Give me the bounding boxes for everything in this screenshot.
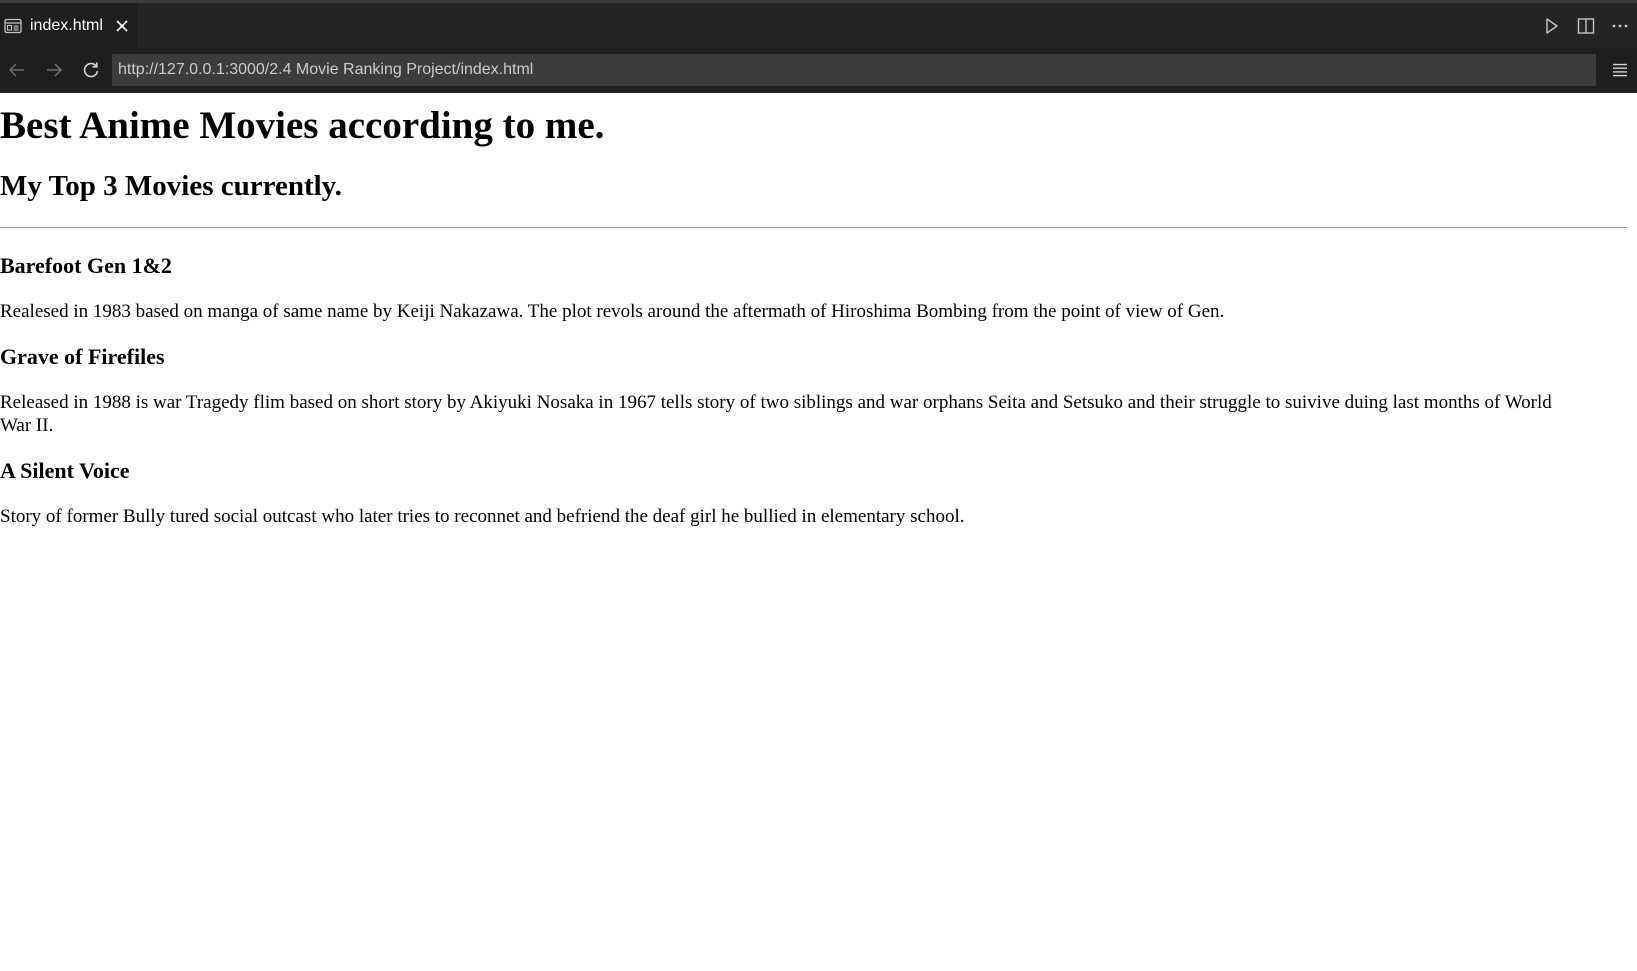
page-content: Best Anime Movies according to me. My To… [0,93,1637,971]
page-title: Best Anime Movies according to me. [0,104,605,147]
movie-title: A Silent Voice [0,458,130,483]
split-editor-icon[interactable] [1569,9,1603,43]
reload-icon[interactable] [76,55,106,85]
more-actions-icon[interactable] [1603,9,1637,43]
url-input[interactable] [112,54,1596,86]
editor-tab-bar: index.html [0,0,1637,48]
movie-title: Grave of Firefiles [0,344,165,369]
divider [0,227,1627,228]
back-arrow-icon[interactable] [2,55,32,85]
close-icon[interactable] [112,16,132,36]
page-subtitle: My Top 3 Movies currently. [0,170,342,202]
menu-icon[interactable] [1605,55,1635,85]
movie-entry: Barefoot Gen 1&2 Realesed in 1983 based … [0,252,1637,323]
tab-index-html[interactable]: index.html [0,3,137,48]
browser-toolbar [0,48,1637,93]
movie-description: Released in 1988 is war Tragedy flim bas… [0,392,1552,436]
tab-title: index.html [30,16,103,34]
tab-actions [1535,3,1637,48]
forward-arrow-icon[interactable] [39,55,69,85]
movie-entry: Grave of Firefiles Released in 1988 is w… [0,343,1637,437]
preview-icon [2,15,24,37]
movie-entry: A Silent Voice Story of former Bully tur… [0,457,1637,528]
movie-title: Barefoot Gen 1&2 [0,253,172,278]
run-icon[interactable] [1535,9,1569,43]
movie-description: Story of former Bully tured social outca… [0,506,965,527]
movie-description: Realesed in 1983 based on manga of same … [0,301,1225,322]
